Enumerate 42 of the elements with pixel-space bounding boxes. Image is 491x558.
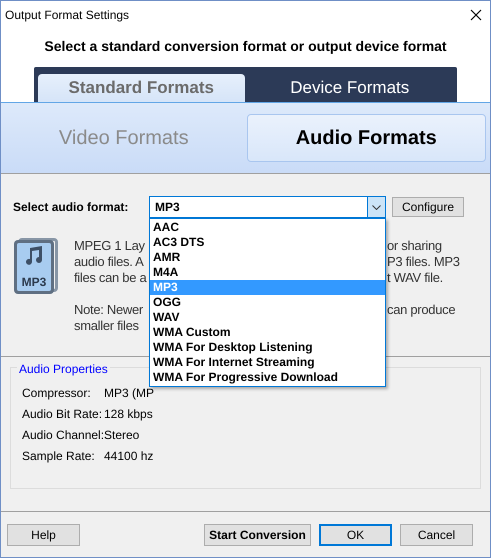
description-fragment: t WAV file. xyxy=(387,270,443,286)
dropdown-option[interactable]: AAC xyxy=(150,220,385,235)
property-value: MP3 (MP xyxy=(104,384,154,402)
dropdown-option[interactable]: WAV xyxy=(150,310,385,325)
close-icon[interactable] xyxy=(470,8,482,20)
dropdown-option[interactable]: WMA For Internet Streaming xyxy=(150,355,385,370)
dropdown-option[interactable]: M4A xyxy=(150,265,385,280)
property-label: Audio Bit Rate: xyxy=(22,406,104,422)
dialog-button[interactable]: Start Conversion xyxy=(204,524,311,546)
dropdown-option[interactable]: WMA For Progressive Download xyxy=(150,370,385,385)
dropdown-option[interactable]: WMA For Desktop Listening xyxy=(150,340,385,355)
property-label: Compressor: xyxy=(22,384,92,402)
property-value: 128 kbps xyxy=(104,406,153,422)
format-tab[interactable]: Audio Formats xyxy=(246,114,486,162)
property-value: 44100 hz xyxy=(104,448,154,464)
description-fragment: P3 files. MP3 xyxy=(387,254,460,270)
header-text: Select a standard conversion format or output device format xyxy=(44,37,447,56)
description-fragment: MPEG 1 Lay xyxy=(74,238,145,254)
property-label: Sample Rate: xyxy=(22,448,96,464)
description-fragment: can produce xyxy=(387,302,456,318)
chevron-down-icon xyxy=(372,204,381,210)
dropdown-option[interactable]: AMR xyxy=(150,250,385,265)
window-title: Output Format Settings xyxy=(5,6,130,24)
description-fragment: or sharing xyxy=(387,238,442,254)
dialog-button[interactable]: OK xyxy=(319,524,392,546)
description-fragment: Note: Newer xyxy=(74,302,143,318)
description-fragment: audio files. A xyxy=(74,254,144,270)
tab[interactable]: Standard Formats xyxy=(38,74,244,102)
description-fragment: smaller files xyxy=(74,318,139,334)
property-value: Stereo xyxy=(104,426,140,444)
dialog-button[interactable]: Help xyxy=(7,524,80,546)
music-note-icon xyxy=(23,245,45,267)
field-label: Select audio format: xyxy=(13,199,130,216)
tab[interactable]: Device Formats xyxy=(246,74,453,102)
dropdown-option[interactable]: AC3 DTS xyxy=(150,235,385,250)
description-fragment: files can be a xyxy=(74,270,146,286)
configure-button[interactable]: Configure xyxy=(392,197,464,217)
icon-label: MP3 xyxy=(22,276,46,289)
dropdown-option[interactable]: OGG xyxy=(150,295,385,310)
dropdown-option[interactable]: WMA Custom xyxy=(150,325,385,340)
property-label: Audio Channel: xyxy=(22,426,104,444)
dialog-button[interactable]: Cancel xyxy=(400,524,473,546)
